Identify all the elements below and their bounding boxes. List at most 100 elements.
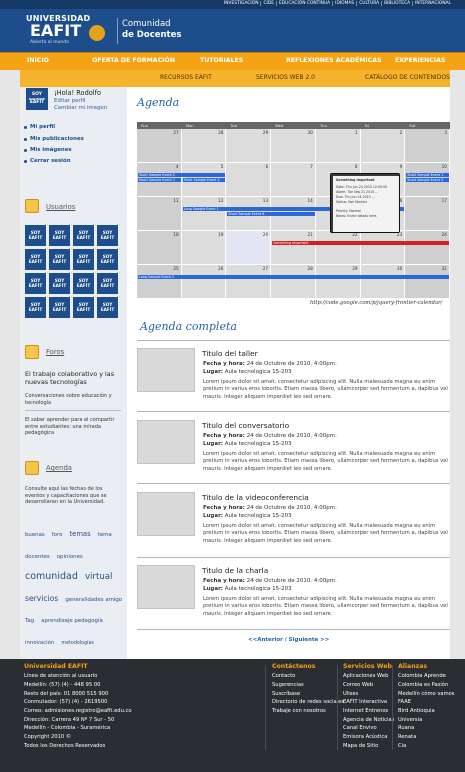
- footer-link[interactable]: Sugerencias: [272, 681, 344, 690]
- tag[interactable]: foro: [52, 532, 63, 538]
- top-link[interactable]: IDIOMAS: [333, 1, 358, 6]
- calendar-event[interactable]: Short Sample Event 5: [406, 178, 449, 182]
- menu-mi-perfil[interactable]: Mi perfil: [30, 124, 55, 130]
- footer-link[interactable]: Internet Entrenos: [343, 707, 394, 716]
- calendar-day-cell[interactable]: 28: [271, 265, 316, 299]
- footer-link[interactable]: Medellín cómo vamos: [398, 690, 455, 699]
- user-avatar[interactable]: SOY EAFIT: [97, 225, 118, 246]
- tag[interactable]: temas: [69, 530, 90, 538]
- calendar-event[interactable]: Short Sample Event 6: [227, 212, 315, 216]
- tag[interactable]: virtual: [85, 572, 112, 582]
- calendar-event[interactable]: Short Sample Event 3: [138, 178, 181, 182]
- user-avatar[interactable]: SOY EAFIT: [97, 297, 118, 318]
- calendar-day-cell[interactable]: 11: [137, 197, 182, 231]
- calendar-day-cell[interactable]: 27: [137, 129, 182, 163]
- calendar-event[interactable]: Short Sample Event 1: [406, 173, 449, 177]
- calendar-day-cell[interactable]: 6: [226, 163, 272, 197]
- agenda-side-title[interactable]: Agenda: [46, 464, 72, 472]
- event-thumbnail[interactable]: [137, 492, 195, 536]
- footer-link[interactable]: Canal Envivo: [343, 724, 394, 733]
- subnav-item-catalogo[interactable]: CATÁLOGO DE CONTENIDOS: [365, 74, 450, 81]
- calendar-day-cell[interactable]: 28: [181, 129, 227, 163]
- calendar-day-cell[interactable]: 27: [226, 265, 272, 299]
- top-link[interactable]: BIBLIOTECA: [382, 1, 414, 6]
- nav-item-inicio[interactable]: INICIO: [27, 57, 49, 64]
- menu-cerrar-sesion[interactable]: Cerrar sesión: [30, 158, 71, 164]
- footer-link[interactable]: Ruana: [398, 724, 455, 733]
- footer-link[interactable]: Agencia de Noticias: [343, 716, 394, 725]
- calendar-day-cell[interactable]: 22: [315, 231, 361, 265]
- user-avatar[interactable]: SOY EAFIT: [25, 297, 46, 318]
- footer-link[interactable]: Correo Web: [343, 681, 394, 690]
- calendar-day-cell[interactable]: 7: [271, 163, 316, 197]
- footer-link[interactable]: Colombia Aprende: [398, 672, 455, 681]
- calendar-day-cell[interactable]: 20: [226, 231, 272, 265]
- calendar-day-cell[interactable]: 21: [271, 231, 316, 265]
- footer-link[interactable]: Trabaje con nosotros: [272, 707, 344, 716]
- calendar-day-cell[interactable]: 26: [181, 265, 227, 299]
- user-avatar[interactable]: SOY EAFIT: [49, 225, 70, 246]
- calendar-event[interactable]: Something Important: [272, 241, 449, 245]
- tag[interactable]: comunidad: [25, 571, 78, 582]
- calendar-day-cell[interactable]: 29: [315, 265, 361, 299]
- menu-mis-imagenes[interactable]: Mis imágenes: [30, 147, 72, 153]
- users-title[interactable]: Usuarios: [46, 203, 75, 211]
- footer-link[interactable]: Renata: [398, 733, 455, 742]
- calendar-day-cell[interactable]: 2: [360, 129, 406, 163]
- user-avatar[interactable]: SOY EAFIT: [73, 273, 94, 294]
- top-link[interactable]: INTERNACIONAL: [413, 1, 453, 6]
- footer-link[interactable]: Universia: [398, 716, 455, 725]
- calendar-event[interactable]: Long Sample Event 2: [138, 275, 449, 279]
- calendar-day-cell[interactable]: 19: [181, 231, 227, 265]
- footer-link[interactable]: Cia: [398, 742, 455, 751]
- user-avatar[interactable]: SOY EAFIT: [25, 225, 46, 246]
- calendar-day-cell[interactable]: 29: [226, 129, 272, 163]
- footer-link[interactable]: Ulises: [343, 690, 394, 699]
- change-image-link[interactable]: Cambiar mi imagen: [54, 105, 107, 111]
- calendar-day-cell[interactable]: 25: [137, 265, 182, 299]
- user-avatar[interactable]: SOY EAFIT: [25, 273, 46, 294]
- avatar[interactable]: SOY DOCENTE EAFIT: [26, 88, 48, 110]
- top-link[interactable]: CIDE: [261, 1, 278, 6]
- calendar-source-link[interactable]: http://code.google.com/p/jquery-frontier…: [310, 300, 442, 306]
- user-avatar[interactable]: SOY EAFIT: [73, 297, 94, 318]
- edit-profile-link[interactable]: Editar perfil: [54, 98, 86, 104]
- forum-headline[interactable]: El trabajo colaborativo y las nuevas tec…: [25, 370, 121, 387]
- event-title[interactable]: Titulo de la videoconferencia: [202, 493, 309, 502]
- footer-link[interactable]: Contacto: [272, 672, 344, 681]
- footer-link[interactable]: Suscríbase: [272, 690, 344, 699]
- footer-link[interactable]: Mapa de Sitio: [343, 742, 394, 751]
- calendar-day-cell[interactable]: 30: [360, 265, 406, 299]
- calendar-day-cell[interactable]: 23: [360, 231, 406, 265]
- footer-link[interactable]: Bird Antioquia: [398, 707, 455, 716]
- calendar-day-cell[interactable]: 30: [271, 129, 316, 163]
- user-avatar[interactable]: SOY EAFIT: [97, 273, 118, 294]
- event-title[interactable]: Titulo del taller: [202, 349, 258, 358]
- user-avatar[interactable]: SOY EAFIT: [49, 297, 70, 318]
- calendar-day-cell[interactable]: 31: [405, 265, 450, 299]
- top-link[interactable]: CULTURA: [357, 1, 383, 6]
- forum-subtitle[interactable]: Conversaciones sobre educación y tecnolo…: [25, 393, 121, 406]
- tag[interactable]: servicios: [25, 594, 58, 603]
- user-avatar[interactable]: SOY EAFIT: [73, 249, 94, 270]
- tag[interactable]: metodologías: [61, 641, 94, 646]
- user-avatar[interactable]: SOY EAFIT: [97, 249, 118, 270]
- calendar-event[interactable]: Short Sample Event 2: [138, 173, 226, 177]
- subnav-item-recursos[interactable]: RECURSOS EAFIT: [160, 74, 212, 81]
- event-thumbnail[interactable]: [137, 420, 195, 464]
- event-title[interactable]: Titulo de la charla: [202, 566, 268, 575]
- tag[interactable]: buenas: [25, 532, 45, 538]
- calendar-day-cell[interactable]: 12: [181, 197, 227, 231]
- calendar-day-cell[interactable]: 24: [405, 231, 450, 265]
- event-thumbnail[interactable]: [137, 565, 195, 609]
- footer-link[interactable]: Directorio de redes sociales: [272, 698, 344, 707]
- user-avatar[interactable]: SOY EAFIT: [73, 225, 94, 246]
- calendar-day-cell[interactable]: 1: [315, 129, 361, 163]
- calendar-event[interactable]: Short Sample Event 4: [182, 178, 226, 182]
- event-thumbnail[interactable]: [137, 348, 195, 392]
- user-avatar[interactable]: SOY EAFIT: [49, 249, 70, 270]
- forum-topic[interactable]: El saber aprender para el compartir entr…: [25, 417, 121, 437]
- footer-link[interactable]: EAFIT Interactiva: [343, 698, 394, 707]
- top-link[interactable]: EDUCACIÓN CONTINUA: [277, 1, 334, 6]
- menu-mis-publicaciones[interactable]: Mis publicaciones: [30, 136, 84, 142]
